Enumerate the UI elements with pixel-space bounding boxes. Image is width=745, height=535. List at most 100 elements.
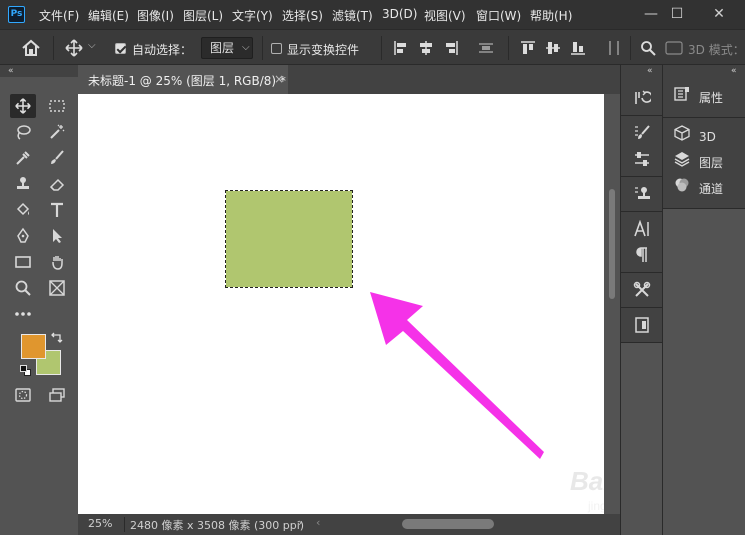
brush-tool[interactable] — [44, 146, 70, 170]
options-separator — [262, 36, 263, 60]
paint-bucket-tool[interactable] — [10, 198, 36, 222]
horizontal-scroll-thumb[interactable] — [402, 519, 494, 529]
paragraph-panel-button[interactable] — [621, 242, 663, 268]
dock-collapse-strip[interactable]: « — [621, 65, 662, 77]
document-canvas[interactable]: Bai — [78, 94, 649, 514]
properties-panel-tab[interactable]: 属性 — [671, 85, 745, 111]
panel-dock-named: « 属性 3D 图层 通道 — [662, 65, 745, 535]
foreground-color-swatch[interactable] — [21, 334, 46, 359]
3d-panel-tab[interactable]: 3D — [671, 124, 745, 150]
move-tool-preset[interactable]: ⌵ — [64, 38, 100, 58]
home-button[interactable] — [20, 37, 42, 59]
frame-tool[interactable] — [44, 276, 70, 300]
move-tool[interactable] — [10, 94, 36, 118]
pen-icon — [17, 227, 29, 243]
align-right-icon[interactable] — [443, 40, 459, 56]
type-tool[interactable] — [44, 198, 70, 222]
rectangle-tool[interactable] — [10, 250, 36, 274]
close-window-button[interactable]: ✕ — [708, 4, 730, 24]
menu-file[interactable]: 文件(F) — [39, 7, 79, 24]
tool-presets-button[interactable] — [621, 277, 663, 303]
status-bar: 25% 2480 像素 x 3508 像素 (300 ppi) › ‹ — [78, 514, 623, 535]
edit-toolbar-button[interactable] — [10, 302, 36, 326]
clone-source-button[interactable] — [621, 181, 663, 207]
show-transform-checkbox[interactable] — [271, 43, 282, 54]
magic-wand-icon — [50, 124, 65, 139]
photoshop-logo: Ps — [8, 6, 25, 23]
minimize-button[interactable]: — — [640, 4, 662, 24]
menu-image[interactable]: 图像(I) — [137, 7, 174, 24]
history-panel-button[interactable] — [621, 85, 663, 111]
menu-view[interactable]: 视图(V) — [424, 7, 466, 24]
menu-select[interactable]: 选择(S) — [282, 7, 323, 24]
auto-select-label: 自动选择： — [132, 43, 193, 57]
brush-icon — [51, 150, 64, 164]
align-horizontal-center-icon[interactable] — [418, 40, 434, 56]
menu-layer[interactable]: 图层(L) — [183, 7, 223, 24]
maximize-button[interactable]: ☐ — [666, 4, 688, 24]
vertical-scrollbar[interactable] — [604, 94, 620, 514]
align-left-icon[interactable] — [393, 40, 409, 56]
path-selection-tool[interactable] — [44, 224, 70, 248]
menu-type[interactable]: 文字(Y) — [232, 7, 273, 24]
close-tab-icon[interactable]: × — [274, 72, 284, 86]
menu-filter[interactable]: 滤镜(T) — [332, 7, 373, 24]
screen-mode-button[interactable] — [44, 383, 70, 407]
properties-group: 属性 — [663, 77, 745, 118]
layers-panel-tab[interactable]: 图层 — [671, 150, 745, 176]
adjustments-button[interactable] — [621, 146, 663, 172]
align-top-icon[interactable] — [520, 40, 536, 56]
collapse-icon: « — [647, 66, 653, 76]
menu-window[interactable]: 窗口(W) — [476, 7, 521, 24]
info-panel-button[interactable] — [621, 312, 663, 338]
eraser-tool[interactable] — [44, 172, 70, 196]
paragraph-icon — [636, 247, 647, 262]
align-bottom-icon[interactable] — [570, 40, 586, 56]
zoom-level[interactable]: 25% — [88, 517, 112, 530]
eyedropper-icon — [16, 151, 30, 165]
3d-mode-label: 3D 模式： — [688, 43, 745, 57]
zoom-tool[interactable] — [10, 276, 36, 300]
distribute-horizontal-icon[interactable] — [606, 40, 622, 56]
show-transform-label: 显示变换控件 — [287, 43, 360, 57]
swap-colors-icon[interactable] — [50, 332, 64, 344]
brush-settings-button[interactable] — [621, 120, 663, 146]
character-icon — [634, 219, 649, 237]
auto-select-target-dropdown[interactable]: 图层 ⌵ — [201, 37, 253, 59]
character-panel-button[interactable] — [621, 216, 663, 242]
magic-wand-tool[interactable] — [44, 120, 70, 144]
eyedropper-tool[interactable] — [10, 146, 36, 170]
channels-panel-tab[interactable]: 通道 — [671, 176, 745, 202]
document-tab[interactable]: 未标题-1 @ 25% (图层 1, RGB/8) * × — [78, 65, 288, 94]
options-separator — [508, 36, 509, 60]
scroll-left-icon[interactable]: ‹ — [316, 516, 320, 529]
properties-label: 属性 — [699, 91, 724, 105]
marquee-tool[interactable] — [44, 94, 70, 118]
auto-select-checkbox[interactable] — [115, 43, 126, 54]
auto-select-target-value: 图层 — [210, 41, 235, 55]
rotate-view-icon — [52, 256, 63, 270]
chevron-right-icon[interactable]: › — [298, 516, 302, 529]
align-vertical-center-icon[interactable] — [545, 40, 561, 56]
menu-help[interactable]: 帮助(H) — [530, 7, 572, 24]
menu-edit[interactable]: 编辑(E) — [88, 7, 129, 24]
dock-collapse-strip[interactable]: « — [663, 65, 745, 77]
quick-mask-icon — [15, 388, 31, 402]
dock-group-tools — [621, 273, 662, 308]
3d-label: 3D — [699, 130, 716, 144]
lasso-tool[interactable] — [10, 120, 36, 144]
stamp-tool[interactable] — [10, 172, 36, 196]
distribute-vertical-icon[interactable] — [478, 40, 494, 56]
history-icon — [635, 90, 653, 104]
panel-dock-icons: « — [620, 65, 662, 535]
menu-3d[interactable]: 3D(D) — [382, 7, 417, 21]
hand-rotate-tool[interactable] — [44, 250, 70, 274]
layers-icon — [671, 150, 693, 176]
default-colors-icon[interactable] — [20, 365, 32, 377]
tools-collapse-strip[interactable]: « — [0, 65, 78, 77]
quick-mask-button[interactable] — [10, 383, 36, 407]
collapse-icon: « — [8, 66, 14, 76]
search-icon[interactable] — [640, 40, 656, 56]
pen-tool[interactable] — [10, 224, 36, 248]
vertical-scroll-thumb[interactable] — [609, 189, 615, 299]
